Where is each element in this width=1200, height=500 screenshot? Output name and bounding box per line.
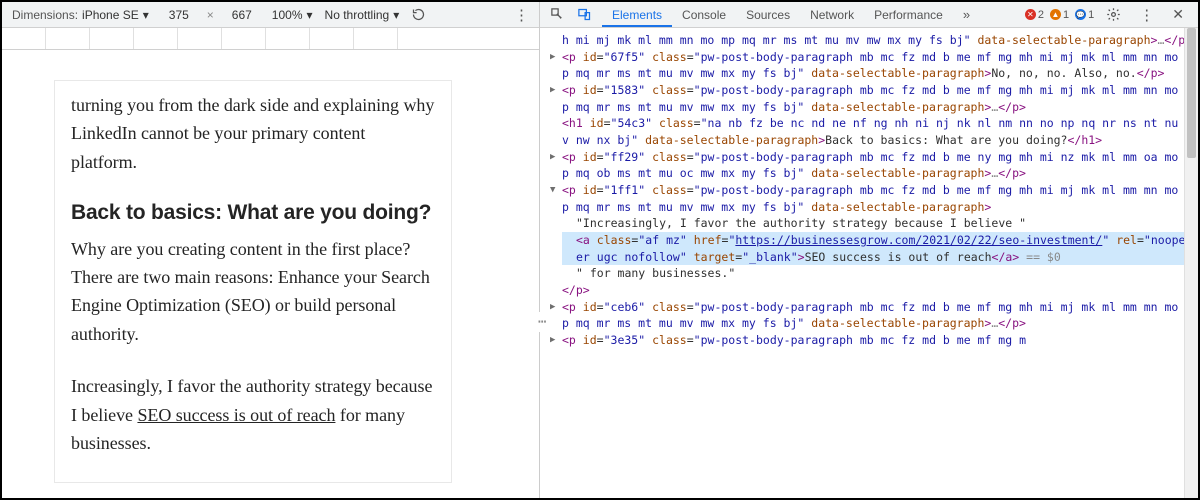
dom-node[interactable]: ▶ <p id="3e35" class="pw-post-body-parag… bbox=[548, 332, 1198, 349]
vertical-scrollbar[interactable] bbox=[1184, 28, 1198, 498]
error-badge[interactable]: ✕2 bbox=[1025, 9, 1044, 21]
dom-node[interactable]: <h1 id="54c3" class="na nb fz be nc nd n… bbox=[548, 115, 1198, 148]
tab-performance[interactable]: Performance bbox=[864, 3, 953, 27]
tab-network[interactable]: Network bbox=[800, 3, 864, 27]
article-heading: Back to basics: What are you doing? bbox=[71, 200, 435, 226]
article-link[interactable]: SEO success is out of reach bbox=[137, 405, 335, 425]
width-input[interactable]: 375 bbox=[157, 8, 201, 22]
dom-node[interactable]: ▶ <p id="1583" class="pw-post-body-parag… bbox=[548, 82, 1198, 115]
dimensions-label: Dimensions: bbox=[12, 8, 78, 22]
info-count: 1 bbox=[1088, 9, 1094, 21]
expand-icon[interactable]: ▶ bbox=[550, 301, 555, 314]
preview-viewport[interactable]: turning you from the dark side and expla… bbox=[2, 50, 539, 498]
ruler bbox=[2, 28, 539, 50]
dom-node[interactable]: ▶ <p id="ceb6" class="pw-post-body-parag… bbox=[548, 299, 1198, 332]
dom-node-selected[interactable]: <a class="af mz" href="https://businesse… bbox=[562, 232, 1198, 265]
warning-count: 1 bbox=[1063, 9, 1069, 21]
zoom-value: 100% bbox=[272, 8, 303, 22]
device-dimensions-dropdown[interactable]: Dimensions: iPhone SE ▾ bbox=[8, 6, 153, 24]
info-badge[interactable]: 💬1 bbox=[1075, 9, 1094, 21]
scroll-thumb[interactable] bbox=[1187, 28, 1196, 158]
chevron-down-icon: ▾ bbox=[393, 8, 399, 22]
tab-sources[interactable]: Sources bbox=[736, 3, 800, 27]
dom-node[interactable]: ▶ <p id="ff29" class="pw-post-body-parag… bbox=[548, 149, 1198, 182]
expand-icon[interactable]: ▶ bbox=[550, 151, 555, 164]
expand-icon[interactable]: ▶ bbox=[550, 84, 555, 97]
dom-tree[interactable]: ⋯ h mi mj mk ml mm mn mo mp mq mr ms mt … bbox=[540, 28, 1198, 498]
settings-icon[interactable] bbox=[1100, 3, 1127, 26]
devtools-tabs: Elements Console Sources Network Perform… bbox=[602, 2, 980, 27]
tab-elements[interactable]: Elements bbox=[602, 3, 672, 27]
dom-text-node[interactable]: " for many businesses." bbox=[562, 265, 1198, 282]
devtools-pane: Elements Console Sources Network Perform… bbox=[540, 2, 1198, 498]
article-paragraph: Increasingly, I favor the authority stra… bbox=[71, 372, 435, 457]
close-icon[interactable]: ✕ bbox=[1166, 2, 1190, 27]
times-icon: × bbox=[205, 8, 216, 22]
throttling-dropdown[interactable]: No throttling ▾ bbox=[321, 6, 404, 24]
devtools-toolbar: Elements Console Sources Network Perform… bbox=[540, 2, 1198, 28]
dom-node[interactable]: ▶ <p id="67f5" class="pw-post-body-parag… bbox=[548, 49, 1198, 82]
device-toolbar: Dimensions: iPhone SE ▾ 375 × 667 100% ▾… bbox=[2, 2, 539, 28]
device-name: iPhone SE bbox=[82, 8, 139, 22]
collapse-icon[interactable]: ▼ bbox=[550, 184, 555, 197]
article-body: turning you from the dark side and expla… bbox=[54, 80, 452, 483]
expand-icon[interactable]: ▶ bbox=[550, 334, 555, 347]
rotate-icon[interactable] bbox=[407, 5, 430, 24]
dom-close-tag[interactable]: </p> bbox=[548, 282, 1198, 299]
chevron-down-icon: ▾ bbox=[143, 8, 149, 22]
kebab-menu-icon[interactable]: ⋮ bbox=[1133, 2, 1160, 28]
dom-node-expanded[interactable]: ▼ <p id="1ff1" class="pw-post-body-parag… bbox=[548, 182, 1198, 215]
device-preview-pane: Dimensions: iPhone SE ▾ 375 × 667 100% ▾… bbox=[2, 2, 540, 498]
device-toggle-icon[interactable] bbox=[571, 3, 598, 26]
tab-console[interactable]: Console bbox=[672, 3, 736, 27]
warning-badge[interactable]: ▲1 bbox=[1050, 9, 1069, 21]
error-count: 2 bbox=[1038, 9, 1044, 21]
inspect-icon[interactable] bbox=[544, 3, 571, 26]
kebab-menu-icon[interactable]: ⋮ bbox=[510, 4, 533, 26]
article-paragraph: turning you from the dark side and expla… bbox=[71, 91, 435, 176]
zoom-dropdown[interactable]: 100% ▾ bbox=[268, 6, 317, 24]
throttling-value: No throttling bbox=[325, 8, 390, 22]
height-input[interactable]: 667 bbox=[220, 8, 264, 22]
chevron-down-icon: ▾ bbox=[307, 8, 313, 22]
expand-icon[interactable]: ▶ bbox=[550, 51, 555, 64]
dom-text-node[interactable]: "Increasingly, I favor the authority str… bbox=[562, 215, 1198, 232]
tabs-overflow-icon[interactable]: » bbox=[953, 2, 980, 27]
dom-node[interactable]: h mi mj mk ml mm mn mo mp mq mr ms mt mu… bbox=[548, 32, 1198, 49]
article-paragraph: Why are you creating content in the firs… bbox=[71, 235, 435, 349]
